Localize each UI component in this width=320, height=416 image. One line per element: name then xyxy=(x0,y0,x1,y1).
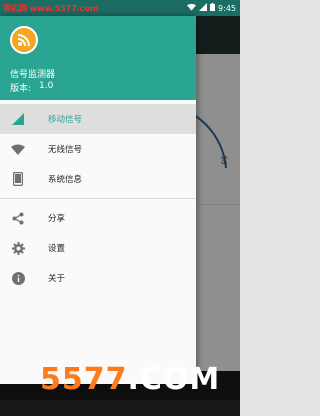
wifi-icon xyxy=(11,142,25,156)
navigation-drawer: 信号监测器 版本: 1.0 移动信号 无线信号 系统信息 分享 设置 关于 xyxy=(0,16,196,384)
menu-item-label: 关于 xyxy=(48,274,66,284)
site-watermark-text: 我机网 www.5577.com xyxy=(3,4,99,13)
menu-item-system-info[interactable]: 系统信息 xyxy=(0,164,196,194)
watermark-suffix: .COM xyxy=(127,362,221,397)
watermark-number: 5577 xyxy=(40,362,128,397)
status-icons: 9:45 xyxy=(187,3,236,13)
menu-item-share[interactable]: 分享 xyxy=(0,203,196,233)
version-label: 版本: xyxy=(10,84,32,94)
version-row: 版本: 1.0 xyxy=(10,81,53,94)
menu-item-label: 系统信息 xyxy=(48,175,83,185)
menu-item-label: 分享 xyxy=(48,214,66,224)
phone-icon xyxy=(11,172,25,186)
drawer-header: 信号监测器 版本: 1.0 xyxy=(0,16,196,100)
site-watermark-logo: 5577.COM xyxy=(40,362,220,397)
menu-item-wifi-signal[interactable]: 无线信号 xyxy=(0,134,196,164)
menu-divider xyxy=(0,198,196,199)
drawer-menu: 移动信号 无线信号 系统信息 分享 设置 关于 xyxy=(0,100,196,293)
menu-item-mobile-signal[interactable]: 移动信号 xyxy=(0,104,196,134)
info-icon xyxy=(11,271,25,285)
gear-icon xyxy=(11,241,25,255)
version-value: 1.0 xyxy=(39,81,54,91)
share-icon xyxy=(11,211,25,225)
menu-item-label: 移动信号 xyxy=(48,115,83,125)
battery-icon xyxy=(210,3,216,13)
menu-item-label: 设置 xyxy=(48,244,66,254)
status-bar: 我机网 www.5577.com 9:45 xyxy=(0,0,240,16)
app-name: 信号监测器 xyxy=(10,70,56,80)
status-time: 9:45 xyxy=(218,3,236,13)
menu-item-label: 无线信号 xyxy=(48,145,83,155)
wifi-status-icon xyxy=(187,3,197,13)
menu-item-settings[interactable]: 设置 xyxy=(0,233,196,263)
menu-item-about[interactable]: 关于 xyxy=(0,263,196,293)
app-logo-icon xyxy=(10,26,38,54)
cellular-signal-icon xyxy=(11,112,25,126)
signal-status-icon xyxy=(199,3,208,13)
